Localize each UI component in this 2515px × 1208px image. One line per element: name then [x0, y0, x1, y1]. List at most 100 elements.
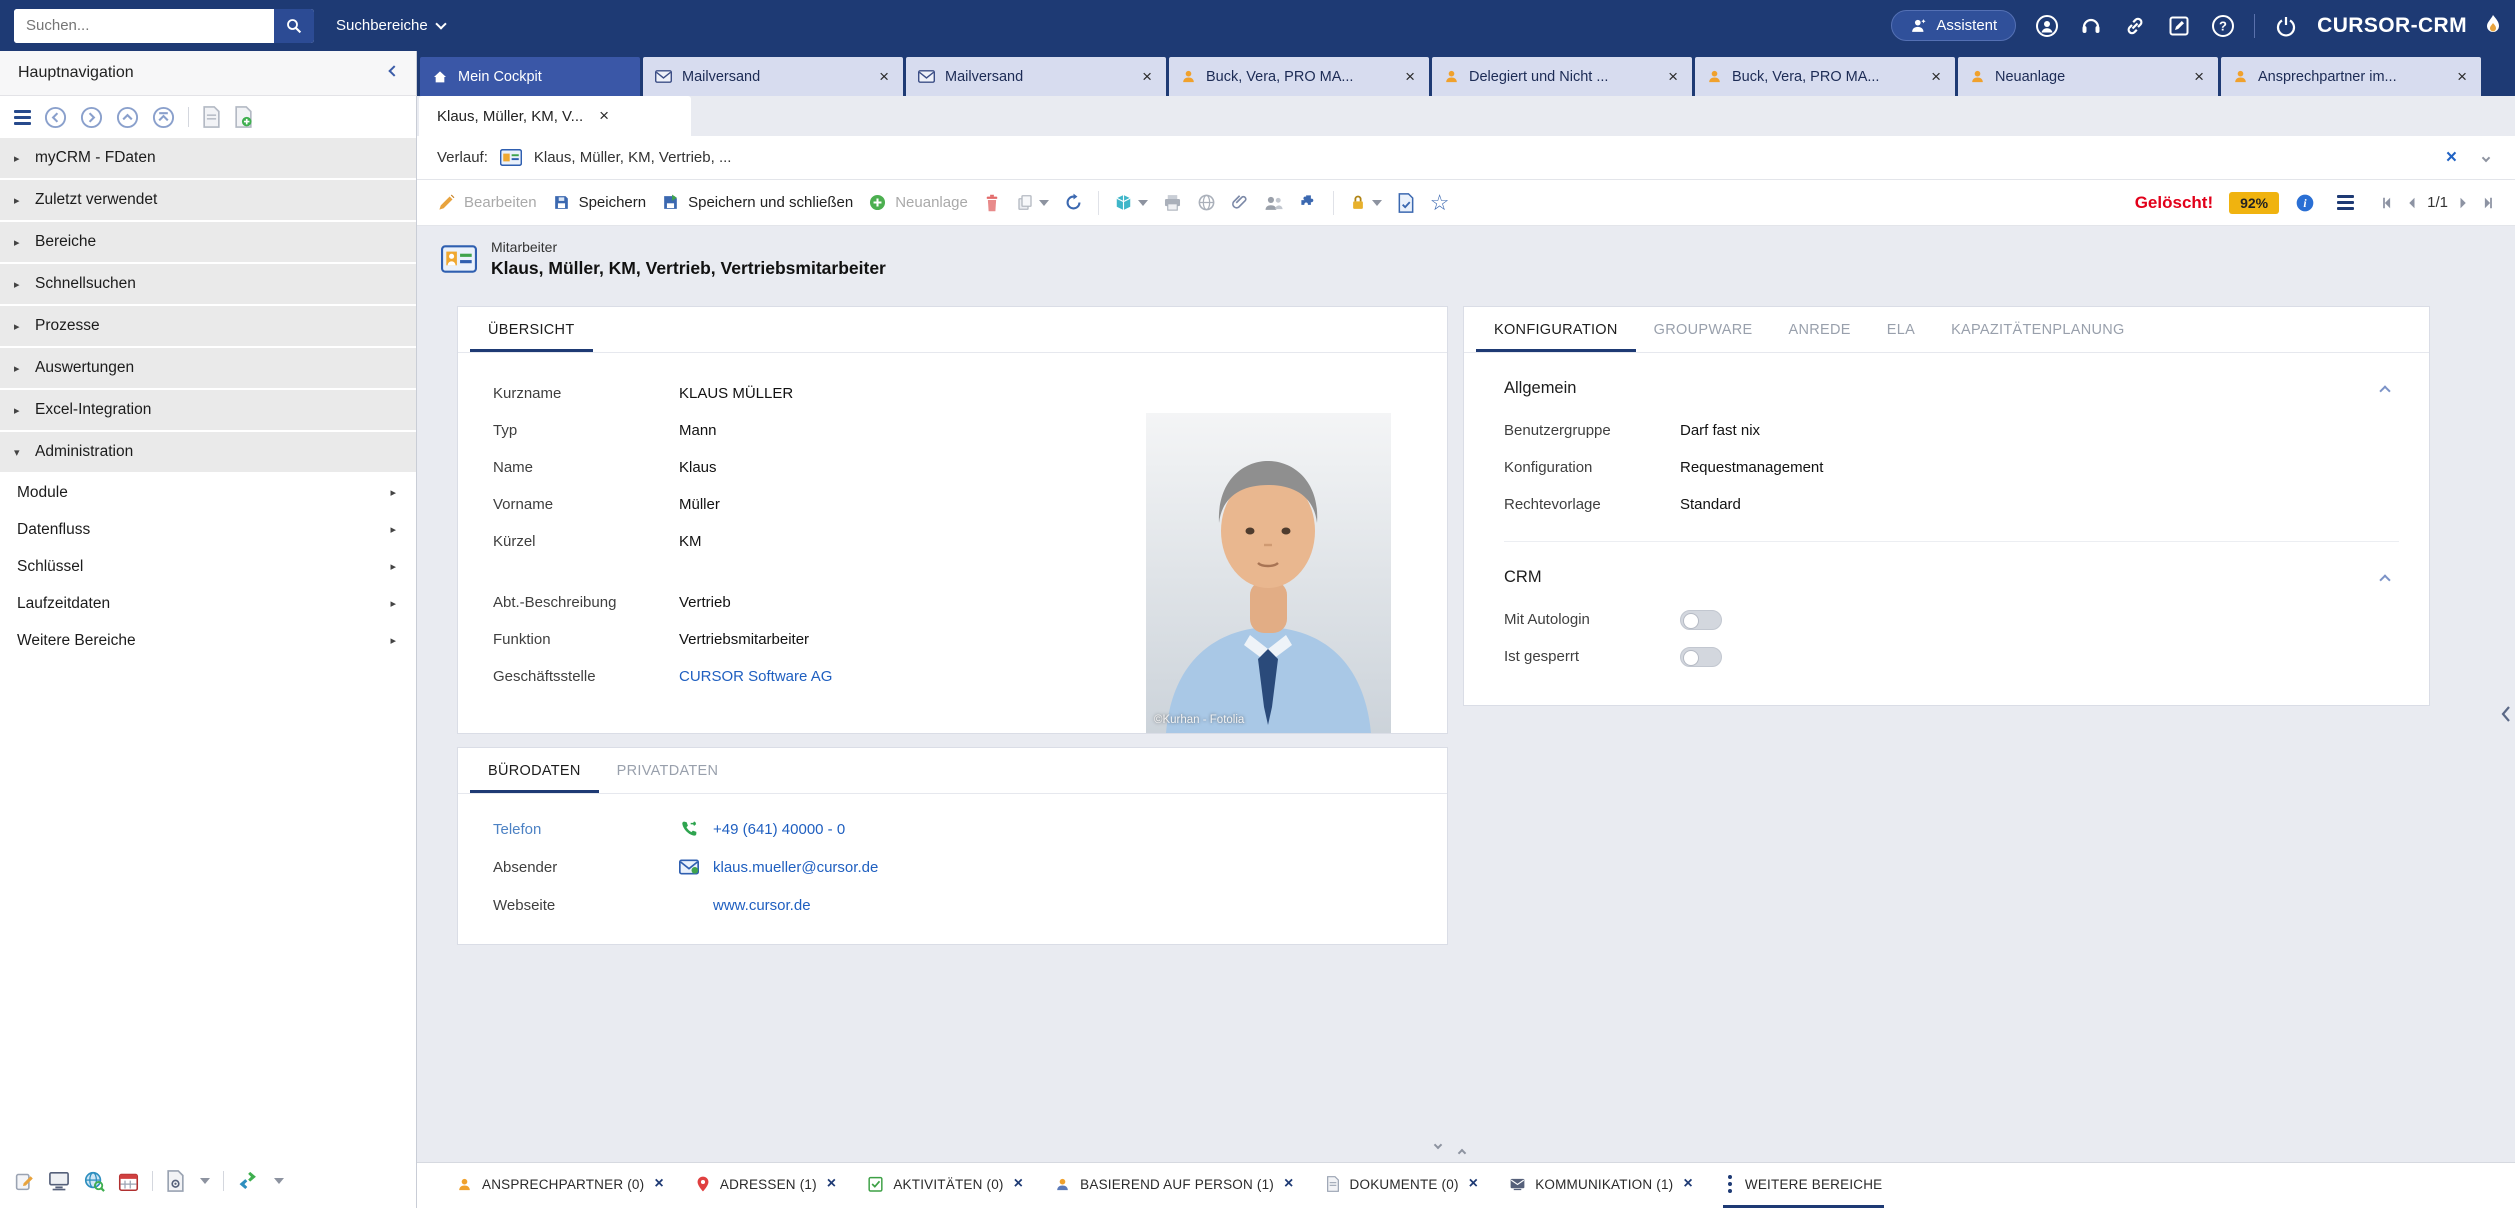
chevron-down-icon[interactable]: [1039, 200, 1049, 206]
chevron-down-icon[interactable]: [1372, 200, 1382, 206]
website-link[interactable]: www.cursor.de: [713, 897, 811, 914]
document-tab-klaus-mueller[interactable]: Klaus, Müller, KM, V... ×: [419, 96, 691, 136]
new-page-icon[interactable]: [234, 106, 253, 128]
list-menu-icon[interactable]: [2337, 195, 2354, 210]
sidebar-item-auswertungen[interactable]: ▸Auswertungen: [0, 348, 416, 388]
nav-back-icon[interactable]: [44, 106, 67, 129]
tab-ansprechpartner[interactable]: Ansprechpartner im... ×: [2221, 57, 2481, 96]
close-icon[interactable]: ×: [827, 1175, 837, 1193]
info-icon[interactable]: i: [2295, 193, 2315, 213]
sidebar-item-excel-integration[interactable]: ▸Excel-Integration: [0, 390, 416, 430]
tab-adressen[interactable]: ADRESSEN (1) ×: [694, 1163, 838, 1208]
favorite-star-icon[interactable]: ☆: [1430, 192, 1450, 214]
phone-link[interactable]: +49 (641) 40000 - 0: [713, 821, 845, 838]
support-headset-icon[interactable]: [2078, 13, 2104, 39]
tab-ansprechpartner-relation[interactable]: ANSPRECHPARTNER (0) ×: [455, 1163, 666, 1208]
close-icon[interactable]: ×: [1014, 1175, 1024, 1193]
globe-icon[interactable]: [1197, 193, 1216, 212]
previous-page-icon[interactable]: [2405, 196, 2417, 210]
logout-power-icon[interactable]: [2273, 13, 2299, 39]
close-icon[interactable]: ×: [2455, 68, 2469, 85]
data-quality-badge[interactable]: 92%: [2229, 192, 2279, 214]
history-entry[interactable]: Klaus, Müller, KM, Vertrieb, ...: [534, 149, 732, 166]
close-icon[interactable]: ×: [1469, 1175, 1479, 1193]
sidebar-item-prozesse[interactable]: ▸Prozesse: [0, 306, 416, 346]
close-icon[interactable]: ×: [2192, 68, 2206, 85]
tab-kapazitaetenplanung[interactable]: KAPAZITÄTENPLANUNG: [1933, 307, 2143, 352]
tab-basierend-auf-person[interactable]: BASIEREND AUF PERSON (1) ×: [1053, 1163, 1295, 1208]
phone-label[interactable]: Telefon: [493, 821, 679, 838]
section-allgemein-header[interactable]: Allgemein: [1504, 353, 2399, 412]
feedback-edit-icon[interactable]: [2166, 13, 2192, 39]
nav-up-icon[interactable]: [116, 106, 139, 129]
refresh-icon[interactable]: [1064, 193, 1083, 212]
tab-aktivitaeten[interactable]: AKTIVITÄTEN (0) ×: [866, 1163, 1025, 1208]
tab-mein-cockpit[interactable]: Mein Cockpit: [420, 57, 640, 96]
link-icon[interactable]: [2122, 13, 2148, 39]
collapse-section-icon[interactable]: [2379, 385, 2390, 396]
autologin-toggle[interactable]: [1680, 610, 1722, 630]
chevron-down-icon[interactable]: [2482, 153, 2490, 161]
chevron-down-icon[interactable]: [274, 1178, 284, 1184]
search-areas-dropdown[interactable]: Suchbereiche: [330, 17, 451, 34]
help-icon[interactable]: ?: [2210, 13, 2236, 39]
close-icon[interactable]: ×: [654, 1175, 664, 1193]
tab-kommunikation[interactable]: KOMMUNIKATION (1) ×: [1508, 1163, 1695, 1208]
print-icon[interactable]: [1163, 194, 1182, 212]
tab-uebersicht[interactable]: ÜBERSICHT: [470, 307, 593, 352]
globe-search-icon[interactable]: [83, 1170, 105, 1192]
document-check-icon[interactable]: [1397, 193, 1415, 213]
chevron-down-icon[interactable]: [200, 1178, 210, 1184]
report-page-icon[interactable]: [202, 106, 221, 128]
tab-ela[interactable]: ELA: [1869, 307, 1933, 352]
calendar-icon[interactable]: [118, 1171, 139, 1192]
delete-icon[interactable]: [983, 193, 1001, 213]
close-icon[interactable]: ×: [599, 106, 609, 126]
tab-buck-vera-1[interactable]: Buck, Vera, PRO MA... ×: [1169, 57, 1429, 96]
note-edit-icon[interactable]: [14, 1171, 35, 1192]
close-icon[interactable]: ×: [1140, 68, 1154, 85]
sidebar-subitem-datenfluss[interactable]: Datenfluss▸: [0, 511, 416, 548]
assistant-button[interactable]: Assistent: [1891, 10, 2016, 41]
edit-button[interactable]: Bearbeiten: [437, 193, 537, 212]
nav-forward-icon[interactable]: [80, 106, 103, 129]
first-page-icon[interactable]: [2380, 196, 2395, 210]
nav-top-icon[interactable]: [152, 106, 175, 129]
search-input[interactable]: [14, 9, 274, 43]
email-link[interactable]: klaus.mueller@cursor.de: [713, 859, 878, 876]
sidebar-item-mycrm[interactable]: ▸myCRM - FDaten: [0, 138, 416, 178]
office-link[interactable]: CURSOR Software AG: [679, 668, 832, 685]
sidebar-item-schnellsuchen[interactable]: ▸Schnellsuchen: [0, 264, 416, 304]
tab-mailversand-1[interactable]: Mailversand ×: [643, 57, 903, 96]
tab-weitere-bereiche[interactable]: WEITERE BEREICHE: [1723, 1163, 1884, 1208]
data-transfer-icon[interactable]: [237, 1171, 259, 1191]
sidebar-subitem-module[interactable]: Module▸: [0, 474, 416, 511]
section-crm-header[interactable]: CRM: [1504, 542, 2399, 601]
search-button[interactable]: [274, 9, 314, 43]
tab-buck-vera-2[interactable]: Buck, Vera, PRO MA... ×: [1695, 57, 1955, 96]
next-page-icon[interactable]: [2458, 196, 2470, 210]
sidebar-item-bereiche[interactable]: ▸Bereiche: [0, 222, 416, 262]
last-page-icon[interactable]: [2480, 196, 2495, 210]
user-account-icon[interactable]: [2034, 13, 2060, 39]
close-icon[interactable]: ×: [1683, 1175, 1693, 1193]
contacts-icon[interactable]: [1264, 194, 1284, 212]
new-record-button[interactable]: Neuanlage: [868, 193, 968, 212]
menu-icon[interactable]: [14, 110, 31, 125]
locked-toggle[interactable]: [1680, 647, 1722, 667]
tab-buerodaten[interactable]: BÜRODATEN: [470, 748, 599, 793]
close-history-icon[interactable]: ×: [2446, 147, 2457, 169]
page-settings-icon[interactable]: [166, 1170, 185, 1192]
tab-anrede[interactable]: ANREDE: [1771, 307, 1869, 352]
sidebar-item-administration[interactable]: ▾Administration: [0, 432, 416, 472]
close-icon[interactable]: ×: [877, 68, 891, 85]
tab-mailversand-2[interactable]: Mailversand ×: [906, 57, 1166, 96]
collapse-panel-icon[interactable]: [1458, 1149, 1466, 1157]
close-icon[interactable]: ×: [1284, 1175, 1294, 1193]
sidebar-subitem-laufzeitdaten[interactable]: Laufzeitdaten▸: [0, 585, 416, 622]
save-button[interactable]: Speichern: [552, 193, 647, 212]
chevron-down-icon[interactable]: [1138, 200, 1148, 206]
tab-neuanlage[interactable]: Neuanlage ×: [1958, 57, 2218, 96]
tab-delegiert[interactable]: Delegiert und Nicht ... ×: [1432, 57, 1692, 96]
tab-konfiguration[interactable]: KONFIGURATION: [1476, 307, 1636, 352]
